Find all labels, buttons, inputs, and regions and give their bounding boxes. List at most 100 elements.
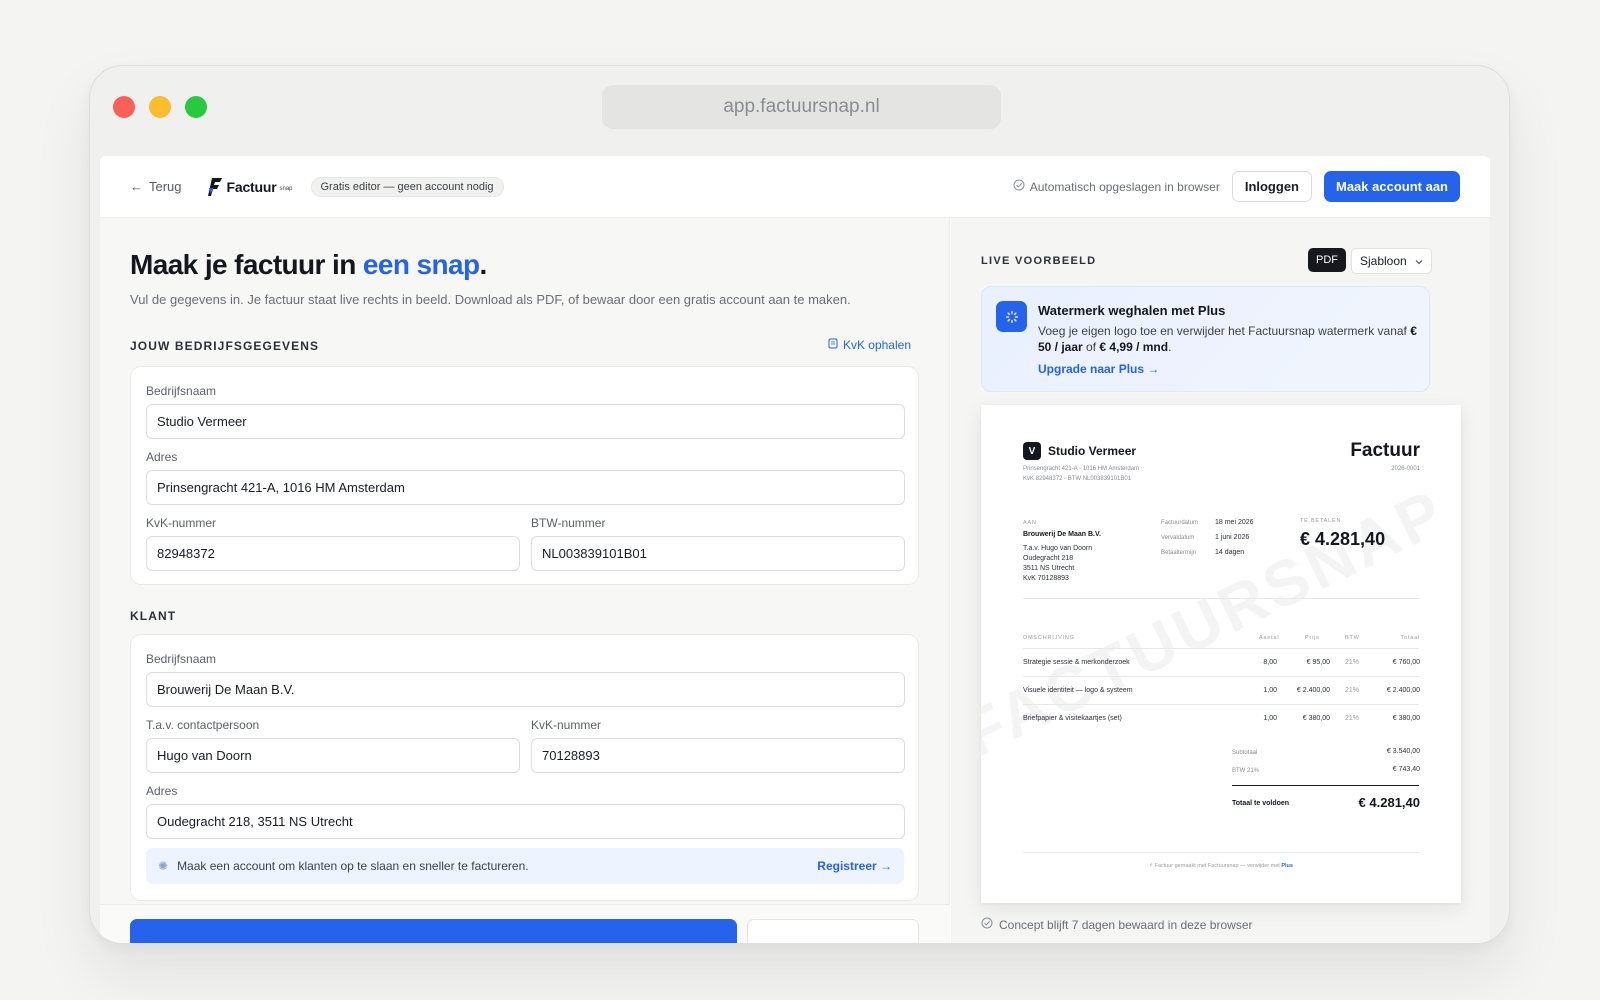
headline-part: Maak je factuur in	[130, 249, 363, 280]
company-btw-input[interactable]: NL003839101B01	[531, 536, 905, 571]
column-header-total: Totaal	[1400, 635, 1420, 641]
back-link[interactable]: ← Terug	[130, 179, 182, 194]
free-editor-badge: Gratis editor — geen account nodig	[310, 176, 504, 197]
vat-value: € 743,40	[1392, 766, 1420, 773]
company-kvk-input[interactable]: 82948372	[146, 536, 520, 571]
subtotal-value: € 3.540,00	[1386, 748, 1420, 755]
document-icon	[828, 338, 838, 352]
line-item-total: € 2.400,00	[1386, 687, 1420, 694]
client-kvk-label: KvK-nummer	[531, 718, 602, 732]
sparkle-icon: ✺	[158, 859, 169, 873]
address-bar[interactable]: app.factuursnap.nl	[602, 85, 1001, 129]
company-name-input[interactable]: Studio Vermeer	[146, 404, 905, 439]
headline-accent: een snap	[362, 249, 480, 280]
company-card: Bedrijfsnaam Studio Vermeer Adres Prinse…	[130, 366, 919, 585]
company-address-label: Adres	[146, 450, 178, 464]
line-item-description: Strategie sessie & merkonderzoek	[1023, 659, 1130, 666]
back-label: Terug	[149, 179, 182, 194]
invoice-to-label: AAN	[1023, 520, 1037, 526]
company-kvk-label: KvK-nummer	[146, 516, 217, 530]
pdf-format-tag[interactable]: PDF	[1308, 248, 1346, 272]
invoice-company-address: Prinsengracht 421-A · 1016 HM Amsterdam	[1023, 466, 1140, 472]
client-name-label: Bedrijfsnaam	[146, 652, 217, 666]
line-item-qty: 8,00	[1263, 659, 1277, 666]
check-circle-icon	[1013, 179, 1025, 194]
register-link[interactable]: Registreer →	[817, 859, 892, 873]
app-root: ← Terug Factuur snap Gratis editor — gee…	[100, 156, 1490, 943]
promo-title: Watermerk weghalen met Plus	[1038, 303, 1226, 318]
invoice-meta-label: Factuurdatum	[1161, 520, 1199, 526]
invoice-client-line: KvK 70128893	[1023, 575, 1069, 582]
page-title: Maak je factuur in een snap.	[130, 249, 487, 281]
company-name-label: Bedrijfsnaam	[146, 384, 217, 398]
minimize-window-icon[interactable]	[149, 96, 171, 118]
invoice-meta-value: 14 dagen	[1215, 549, 1245, 556]
invoice-preview: FACTUURSNAP V Studio Vermeer Prinsengrac…	[981, 405, 1461, 903]
divider	[1023, 704, 1419, 705]
kvk-link-label: KvK ophalen	[842, 338, 911, 352]
headline-period: .	[479, 249, 487, 280]
divider	[1023, 648, 1419, 649]
upgrade-plus-link[interactable]: Upgrade naar Plus →	[1038, 362, 1159, 376]
autosave-label: Automatisch opgeslagen in browser	[1029, 179, 1220, 194]
browser-window: app.factuursnap.nl ← Terug Factuur snap …	[89, 65, 1510, 944]
app-logo[interactable]: Factuur snap	[207, 176, 293, 198]
register-notice: ✺ Maak een account om klanten op te slaa…	[146, 848, 904, 884]
preview-panel: LIVE VOORBEELD PDF Sjabloon Watermerk we…	[951, 218, 1490, 943]
browser-titlebar: app.factuursnap.nl	[90, 66, 1509, 156]
template-label: Sjabloon	[1360, 254, 1407, 268]
client-name-input[interactable]: Brouwerij De Maan B.V.	[146, 672, 905, 707]
company-address-field: Adres Prinsengracht 421-A, 1016 HM Amste…	[146, 450, 905, 505]
page-subtitle: Vul de gegevens in. Je factuur staat liv…	[130, 292, 851, 307]
client-contact-input[interactable]: Hugo van Doorn	[146, 738, 520, 773]
kvk-lookup-link[interactable]: KvK ophalen	[828, 338, 911, 352]
factuursnap-logo-icon	[207, 176, 224, 198]
line-item-total: € 760,00	[1392, 659, 1420, 666]
invoice-footer-note: ⚡ Factuur gemaakt met Factuursnap — verw…	[981, 863, 1461, 869]
client-section-title: KLANT	[130, 609, 177, 623]
line-item-qty: 1,00	[1263, 687, 1277, 694]
logo-text: Factuur	[226, 178, 277, 195]
invoice-client-line: Oudegracht 218	[1023, 555, 1074, 562]
subtotal-label: Subtotaal	[1232, 750, 1258, 756]
total-value: € 4.281,40	[1358, 795, 1420, 810]
template-dropdown[interactable]: Sjabloon	[1351, 248, 1432, 274]
download-pdf-button[interactable]	[130, 919, 737, 943]
create-account-button[interactable]: Maak account aan	[1324, 171, 1460, 202]
autosave-status: Automatisch opgeslagen in browser	[1013, 179, 1220, 194]
line-item-btw: 21%	[1345, 687, 1360, 694]
client-name-field: Bedrijfsnaam Brouwerij De Maan B.V.	[146, 652, 905, 707]
divider	[1023, 852, 1419, 853]
maximize-window-icon[interactable]	[185, 96, 207, 118]
header-actions: Automatisch opgeslagen in browser Inlogg…	[1013, 171, 1460, 202]
invoice-due-label: TE BETALEN	[1300, 518, 1342, 524]
client-kvk-input[interactable]: 70128893	[531, 738, 905, 773]
check-circle-icon	[981, 917, 993, 932]
column-header-price: Prijs	[1305, 635, 1320, 641]
invoice-company-name: Studio Vermeer	[1048, 444, 1137, 458]
invoice-client-line: T.a.v. Hugo van Doorn	[1023, 545, 1093, 552]
sparkle-icon	[996, 301, 1027, 332]
invoice-due-amount: € 4.281,40	[1300, 529, 1386, 549]
company-name-field: Bedrijfsnaam Studio Vermeer	[146, 384, 905, 439]
invoice-client-name: Brouwerij De Maan B.V.	[1023, 531, 1101, 538]
invoice-meta-value: 18 mei 2026	[1215, 519, 1254, 526]
promo-text-end: .	[1168, 340, 1172, 354]
line-item-description: Visuele identiteit — logo & systeem	[1023, 687, 1133, 694]
footer-plus-link[interactable]: Plus	[1281, 863, 1293, 869]
client-address-input[interactable]: Oudegracht 218, 3511 NS Utrecht	[146, 804, 905, 839]
promo-price-month: € 4,99 / mnd	[1099, 340, 1169, 354]
concept-note: Concept blijft 7 dagen bewaard in deze b…	[981, 917, 1253, 932]
vat-label: BTW 21%	[1232, 768, 1260, 774]
secondary-action-button[interactable]	[747, 919, 919, 943]
company-kvk-field: KvK-nummer 82948372	[146, 516, 520, 571]
footer-text: Factuur gemaakt met Factuursnap — verwij…	[1154, 863, 1282, 869]
company-address-input[interactable]: Prinsengracht 421-A, 1016 HM Amsterdam	[146, 470, 905, 505]
divider	[1023, 598, 1419, 599]
invoice-meta-label: Betaaltermijn	[1161, 550, 1197, 556]
logo-subtext: snap	[279, 186, 293, 192]
login-button[interactable]: Inloggen	[1231, 171, 1312, 202]
close-window-icon[interactable]	[113, 96, 135, 118]
concept-note-text: Concept blijft 7 dagen bewaard in deze b…	[999, 917, 1253, 932]
client-kvk-field: KvK-nummer 70128893	[531, 718, 905, 773]
